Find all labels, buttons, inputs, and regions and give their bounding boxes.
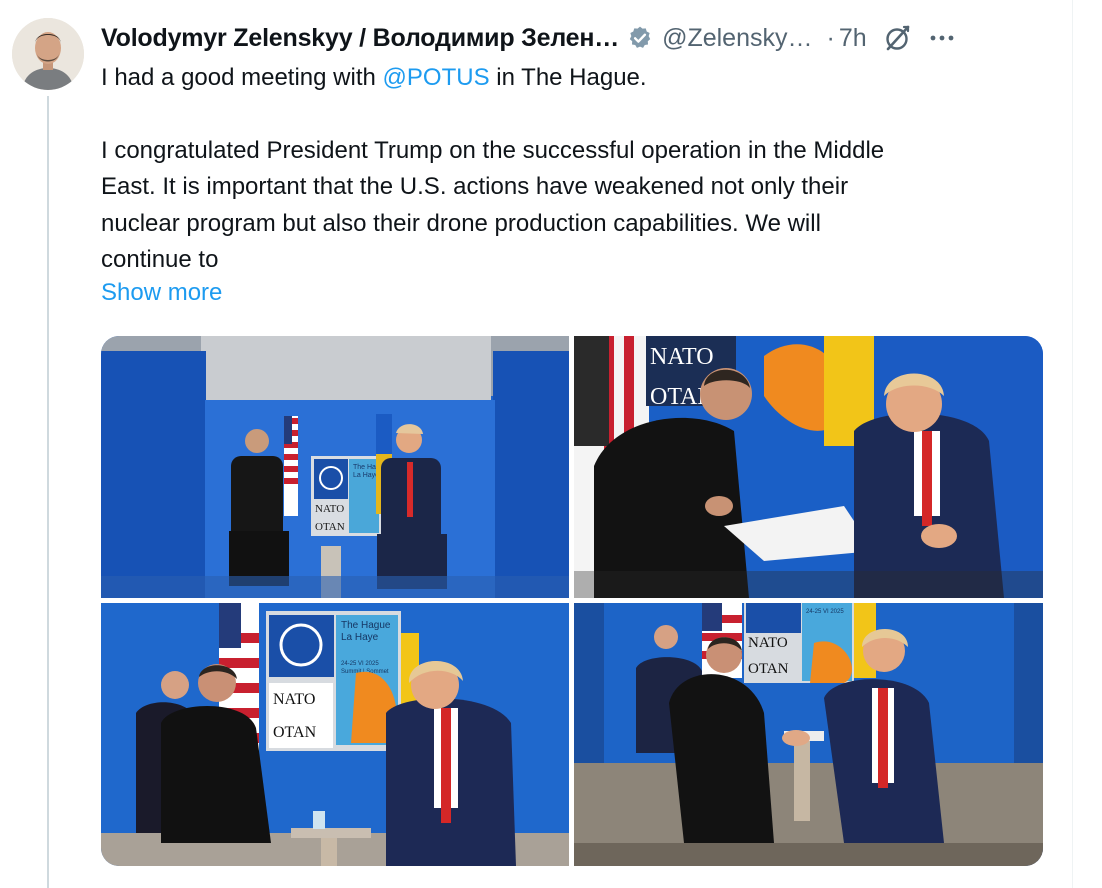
photo-1[interactable]: The Hague La Haye NATO OTAN	[101, 336, 569, 598]
backdrop-city-fr-text: La Haye	[341, 632, 379, 643]
photo-4[interactable]: 24-25 VI 2025 NATO OTAN	[574, 603, 1043, 866]
otan-text: OTAN	[748, 661, 789, 677]
summit-dates-text: 24-25 VI 2025	[341, 661, 379, 667]
more-icon[interactable]	[927, 23, 957, 53]
grok-icon[interactable]	[883, 23, 913, 53]
tweet-paragraph-2-line: continue to	[101, 246, 219, 273]
tweet-paragraph-1: I had a good meeting with @POTUS in The …	[101, 60, 1041, 97]
author-handle[interactable]: @Zelensky…	[662, 24, 812, 53]
tweet-paragraph-2-line: East. It is important that the U.S. acti…	[101, 173, 849, 200]
tweet-paragraph-2-line: nuclear program but also their drone pro…	[101, 209, 821, 237]
otan-text: OTAN	[273, 724, 317, 741]
thread-connector-line	[47, 96, 49, 888]
tweet-header: Volodymyr Zelenskyy / Володимир Зелен… @…	[101, 18, 1051, 58]
summit-dates-text: 24-25 VI 2025	[806, 609, 844, 615]
author-name[interactable]: Volodymyr Zelenskyy / Володимир Зелен…	[101, 24, 619, 53]
separator-dot: ·	[826, 23, 835, 52]
mention-link[interactable]: @POTUS	[383, 64, 490, 91]
nato-text: NATO	[748, 635, 788, 651]
nato-text: NATO	[315, 503, 344, 515]
backdrop-city-text: The Hague	[341, 620, 391, 631]
otan-text: OTAN	[315, 521, 345, 533]
text-fragment: I had a good meeting with	[101, 64, 383, 91]
timestamp[interactable]: 7h	[839, 24, 867, 53]
tweet-text: I had a good meeting with @POTUS in The …	[101, 60, 1041, 279]
avatar-image	[12, 18, 84, 90]
photo-3[interactable]: The Hague La Haye 24-25 VI 2025 Summit |…	[101, 603, 569, 866]
nato-text: NATO	[273, 691, 315, 708]
column-divider	[1072, 0, 1073, 888]
backdrop-city-fr-text: La Haye	[353, 472, 379, 479]
show-more-link[interactable]: Show more	[101, 279, 222, 307]
photo-2[interactable]: NATO OTAN	[574, 336, 1043, 598]
verified-badge-icon[interactable]	[627, 25, 653, 51]
tweet-paragraph-2-line: I congratulated President Trump on the s…	[101, 136, 885, 164]
avatar[interactable]	[12, 18, 84, 90]
nato-text: NATO	[650, 344, 714, 370]
text-fragment: in The Hague.	[489, 64, 647, 91]
media-grid: The Hague La Haye NATO OTAN NATO OTAN Th…	[101, 336, 1043, 866]
